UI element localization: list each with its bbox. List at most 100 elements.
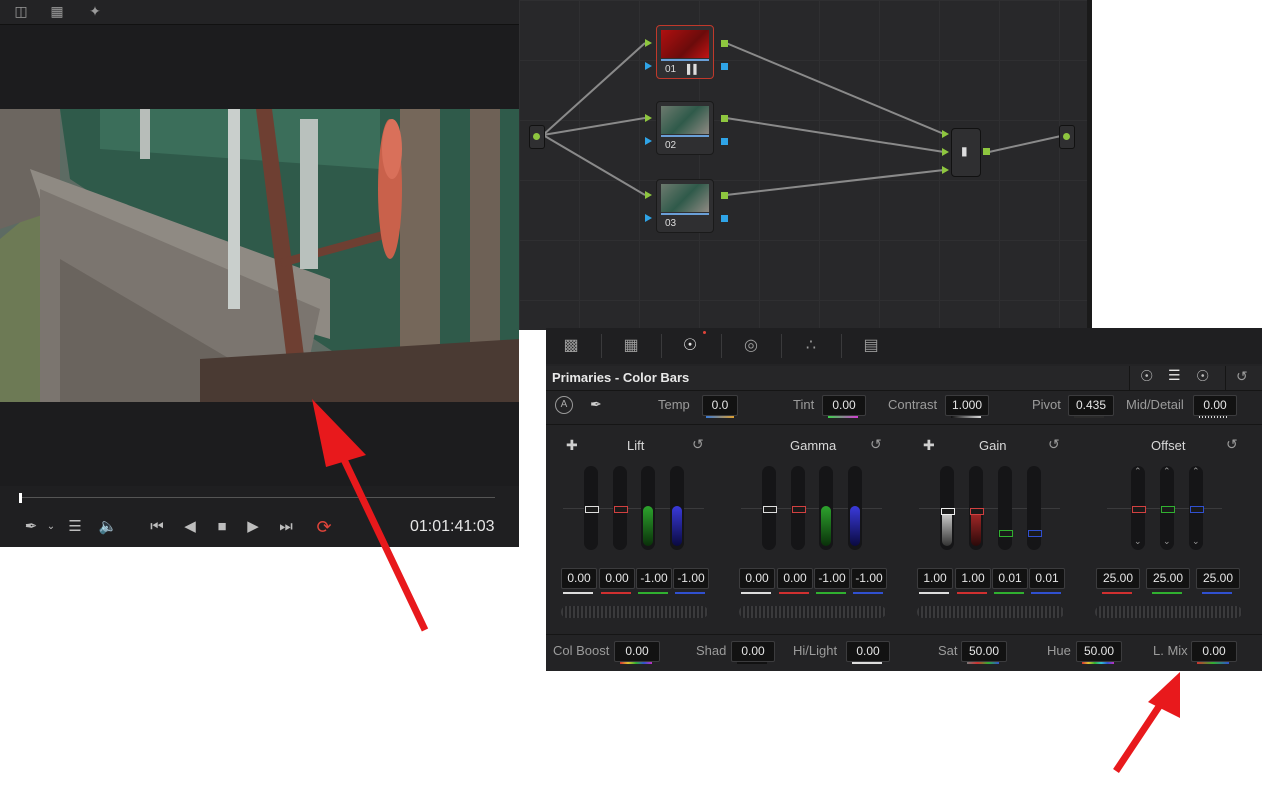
output-node[interactable]	[1059, 125, 1075, 149]
node-01-input-blue[interactable]	[645, 62, 652, 70]
node-03-output-blue[interactable]	[721, 215, 728, 222]
slider-handle[interactable]	[941, 508, 955, 515]
offset-blue-slider[interactable]: ⌃ ⌄	[1189, 466, 1204, 550]
sat-field[interactable]: 50.00	[961, 641, 1007, 662]
hilight-field[interactable]: 0.00	[846, 641, 890, 662]
slider-handle[interactable]	[1190, 506, 1204, 513]
reset-all-icon[interactable]: ↺	[1236, 368, 1248, 385]
lift-green-value[interactable]: -1.00	[636, 568, 672, 589]
node-01[interactable]: 01 ▌▌	[656, 25, 714, 79]
lift-blue-value[interactable]: -1.00	[673, 568, 709, 589]
gain-red-value[interactable]: 1.00	[955, 568, 991, 589]
gain-red-slider[interactable]	[969, 466, 984, 550]
gain-blue-slider[interactable]	[1027, 466, 1042, 550]
node-01-output-green[interactable]	[721, 40, 728, 47]
gamma-master-value[interactable]: 0.00	[739, 568, 775, 589]
step-back-icon[interactable]: ◀	[179, 517, 201, 537]
playhead[interactable]	[19, 493, 22, 503]
input-port[interactable]	[533, 133, 540, 140]
gamma-red-value[interactable]: 0.00	[777, 568, 813, 589]
slider-handle[interactable]	[763, 506, 777, 513]
node-03-input-blue[interactable]	[645, 214, 652, 222]
pen-icon[interactable]: ✒	[20, 517, 42, 537]
node-03[interactable]: 03	[656, 179, 714, 233]
pivot-field[interactable]: 0.435	[1068, 395, 1114, 416]
camera-raw-icon[interactable]: ▩	[558, 335, 584, 357]
color-match-icon[interactable]: ▦	[618, 335, 644, 357]
offset-jog-wheel[interactable]	[1095, 606, 1242, 618]
node-03-input-green[interactable]	[645, 191, 652, 199]
layers-icon[interactable]: ☰	[64, 517, 86, 537]
node-03-output-green[interactable]	[721, 192, 728, 199]
offset-red-value[interactable]: 25.00	[1096, 568, 1140, 589]
mixer-input-1[interactable]	[942, 130, 949, 138]
input-node[interactable]	[529, 125, 545, 149]
col-boost-field[interactable]: 0.00	[614, 641, 660, 662]
slider-handle[interactable]	[614, 506, 628, 513]
picker-icon[interactable]: ✒	[590, 396, 602, 413]
gain-picker-icon[interactable]: ✚	[923, 437, 935, 454]
lift-jog-wheel[interactable]	[561, 606, 708, 618]
gamma-green-slider[interactable]	[819, 466, 833, 550]
color-wheels-icon[interactable]: ☉	[677, 335, 703, 357]
gamma-reset-icon[interactable]: ↺	[870, 436, 882, 453]
gain-green-value[interactable]: 0.01	[992, 568, 1028, 589]
node-01-input-green[interactable]	[645, 39, 652, 47]
lift-green-slider[interactable]	[641, 466, 655, 550]
mixer-output[interactable]	[983, 148, 990, 155]
stop-icon[interactable]: ■	[211, 517, 233, 537]
tint-field[interactable]: 0.00	[822, 395, 866, 416]
mid-detail-field[interactable]: 0.00	[1193, 395, 1237, 416]
log-mode-icon[interactable]: ☉	[1196, 367, 1209, 385]
speaker-icon[interactable]: 🔈	[97, 517, 119, 537]
offset-blue-value[interactable]: 25.00	[1196, 568, 1240, 589]
node-01-output-blue[interactable]	[721, 63, 728, 70]
slider-handle[interactable]	[585, 506, 599, 513]
node-02-output-blue[interactable]	[721, 138, 728, 145]
mixer-input-2[interactable]	[942, 148, 949, 156]
lift-reset-icon[interactable]: ↺	[692, 436, 704, 453]
gain-jog-wheel[interactable]	[917, 606, 1064, 618]
layer-mixer-node[interactable]: ▮	[951, 128, 981, 177]
offset-green-value[interactable]: 25.00	[1146, 568, 1190, 589]
rgb-mixer-icon[interactable]: ∴	[798, 335, 824, 357]
output-port[interactable]	[1063, 133, 1070, 140]
gain-master-value[interactable]: 1.00	[917, 568, 953, 589]
contrast-field[interactable]: 1.000	[945, 395, 989, 416]
lift-red-slider[interactable]	[613, 466, 628, 550]
gain-blue-value[interactable]: 0.01	[1029, 568, 1065, 589]
gamma-blue-value[interactable]: -1.00	[851, 568, 887, 589]
offset-green-slider[interactable]: ⌃ ⌄	[1160, 466, 1175, 550]
slider-handle[interactable]	[970, 508, 984, 515]
skip-forward-icon[interactable]: ⏭	[275, 517, 297, 537]
lift-red-value[interactable]: 0.00	[599, 568, 635, 589]
viewer-layout-icon[interactable]: ◫	[10, 3, 32, 19]
motion-effects-icon[interactable]: ▤	[858, 335, 884, 357]
slider-handle[interactable]	[792, 506, 806, 513]
node-02-input-green[interactable]	[645, 114, 652, 122]
bars-mode-icon[interactable]: ☰	[1168, 367, 1181, 384]
auto-balance-icon[interactable]: A	[555, 396, 573, 414]
node-02-input-blue[interactable]	[645, 137, 652, 145]
slider-handle[interactable]	[1161, 506, 1175, 513]
node-02[interactable]: 02	[656, 101, 714, 155]
lift-master-value[interactable]: 0.00	[561, 568, 597, 589]
play-icon[interactable]: ▶	[242, 517, 264, 537]
offset-red-slider[interactable]: ⌃ ⌄	[1131, 466, 1146, 550]
shad-field[interactable]: 0.00	[731, 641, 775, 662]
wheels-mode-icon[interactable]: ☉	[1140, 367, 1153, 385]
l-mix-field[interactable]: 0.00	[1191, 641, 1237, 662]
hdr-icon[interactable]: ◎	[738, 335, 764, 357]
gamma-master-slider[interactable]	[762, 466, 777, 550]
gamma-blue-slider[interactable]	[848, 466, 862, 550]
lift-picker-icon[interactable]: ✚	[566, 437, 578, 454]
offset-reset-icon[interactable]: ↺	[1226, 436, 1238, 453]
grid-icon[interactable]: ▦	[46, 3, 68, 19]
gain-master-slider[interactable]	[940, 466, 955, 550]
gamma-jog-wheel[interactable]	[739, 606, 886, 618]
node-02-output-green[interactable]	[721, 115, 728, 122]
magic-wand-icon[interactable]: ✦	[84, 3, 106, 19]
gain-reset-icon[interactable]: ↺	[1048, 436, 1060, 453]
gamma-red-slider[interactable]	[791, 466, 806, 550]
slider-handle[interactable]	[999, 530, 1013, 537]
